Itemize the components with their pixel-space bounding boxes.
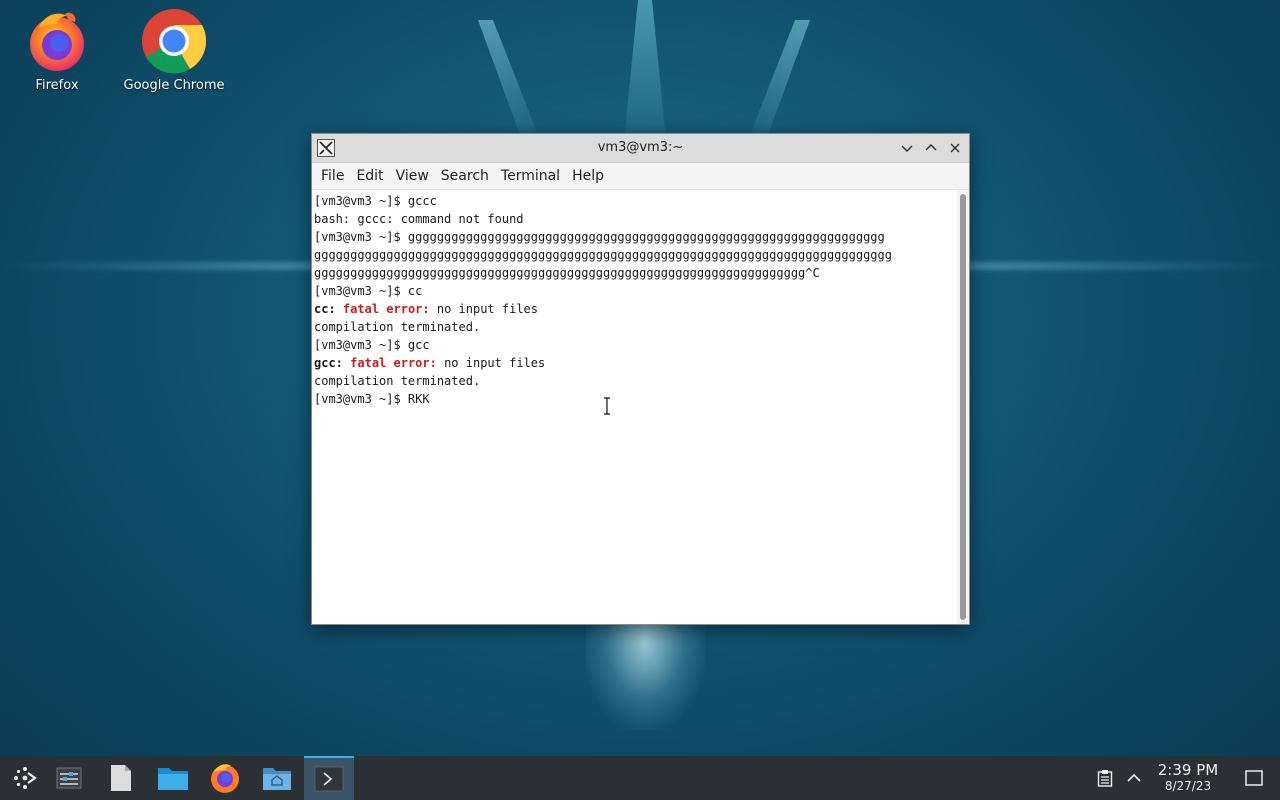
terminal-line: [vm3@vm3 ~]$ gcc: [314, 336, 957, 354]
terminal-text: no input files: [436, 356, 546, 370]
show-hidden-icons-button[interactable]: [1124, 756, 1144, 800]
terminal-line: [vm3@vm3 ~]$ RKK: [314, 390, 957, 408]
terminal-output[interactable]: [vm3@vm3 ~]$ gccc bash: gccc: command not…: [312, 190, 957, 624]
firefox-icon: [30, 12, 84, 71]
desktop-icon-google-chrome[interactable]: Google Chrome: [119, 8, 229, 93]
menu-edit[interactable]: Edit: [351, 165, 388, 187]
menu-search[interactable]: Search: [436, 165, 494, 187]
wallpaper-fin-right: [750, 20, 810, 135]
terminal-scrollbar[interactable]: [957, 190, 969, 624]
command-name-text: cc:: [314, 302, 336, 316]
terminal-text: gggggggggggggggggggggggggggggggggggggggg…: [314, 248, 892, 262]
terminal-text: [vm3@vm3 ~]$ ggggggggggggggggggggggggggg…: [314, 230, 885, 244]
terminal-text: compilation terminated.: [314, 320, 481, 334]
window-titlebar[interactable]: vm3@vm3:~: [312, 134, 969, 163]
terminal-line: bash: gccc: command not found: [314, 210, 957, 228]
menu-terminal[interactable]: Terminal: [496, 165, 565, 187]
taskbar-file-manager[interactable]: [148, 756, 198, 800]
close-button[interactable]: [946, 139, 964, 157]
app-launcher-icon: [14, 767, 37, 789]
show-desktop-button[interactable]: [1242, 756, 1266, 800]
clipboard-icon: [1097, 770, 1113, 787]
application-launcher-button[interactable]: [0, 756, 50, 800]
wallpaper-fin-left: [478, 20, 538, 135]
terminal-text: [vm3@vm3 ~]$ cc: [314, 284, 423, 298]
terminal-text: bash: gccc: command not found: [314, 212, 524, 226]
terminal-line: [vm3@vm3 ~]$ gccc: [314, 192, 957, 210]
chrome-icon: [142, 9, 207, 74]
terminal-text: [vm3@vm3 ~]$ RKK: [314, 392, 430, 406]
terminal-line: [vm3@vm3 ~]$ cc: [314, 282, 957, 300]
terminal-text: no input files: [429, 302, 538, 316]
terminal-icon: [314, 766, 344, 792]
minimize-button[interactable]: [898, 139, 916, 157]
menu-file[interactable]: File: [316, 165, 349, 187]
wallpaper-beam: [624, 0, 666, 140]
terminal-line: compilation terminated.: [314, 318, 957, 336]
terminal-line: gggggggggggggggggggggggggggggggggggggggg…: [314, 246, 957, 264]
terminal-text: gggggggggggggggggggggggggggggggggggggggg…: [314, 266, 820, 280]
menu-help[interactable]: Help: [567, 165, 609, 187]
terminal-line: gggggggggggggggggggggggggggggggggggggggg…: [314, 264, 957, 282]
taskbar-terminal[interactable]: [304, 756, 354, 800]
terminal-window: vm3@vm3:~ File Edit View Search Terminal…: [311, 133, 970, 625]
clock-date: 8/27/23: [1164, 779, 1212, 793]
text-cursor-icon: [604, 397, 610, 415]
taskbar-firefox[interactable]: [200, 756, 250, 800]
error-text: fatal error:: [342, 302, 430, 316]
file-manager-home-icon: [263, 768, 291, 790]
desktop-icon-firefox[interactable]: Firefox: [2, 8, 112, 93]
terminal-line: gcc: fatal error: no input files: [314, 354, 957, 372]
file-manager-icon: [158, 768, 188, 790]
pager-icon: [56, 767, 82, 789]
terminal-text: compilation terminated.: [314, 374, 481, 388]
pager-button[interactable]: [44, 756, 94, 800]
taskbar-home-folder[interactable]: [252, 756, 302, 800]
terminal-text: [vm3@vm3 ~]$ gccc: [314, 194, 437, 208]
menu-bar: File Edit View Search Terminal Help: [312, 163, 969, 190]
terminal-line: cc: fatal error: no input files: [314, 300, 957, 318]
terminal-line: compilation terminated.: [314, 372, 957, 390]
terminal-line: [vm3@vm3 ~]$ ggggggggggggggggggggggggggg…: [314, 228, 957, 246]
error-text: fatal error:: [350, 356, 437, 370]
desktop-icon-label: Firefox: [35, 78, 79, 93]
taskbar-text-editor[interactable]: [96, 756, 146, 800]
menu-view[interactable]: View: [391, 165, 434, 187]
scrollbar-thumb[interactable]: [960, 194, 966, 620]
digital-clock[interactable]: 2:39 PM 8/27/23: [1150, 761, 1226, 794]
maximize-button[interactable]: [922, 139, 940, 157]
window-title: vm3@vm3:~: [597, 140, 684, 155]
show-desktop-icon: [1245, 770, 1263, 786]
desktop-icon-label: Google Chrome: [123, 78, 225, 93]
taskbar: 2:39 PM 8/27/23: [0, 756, 1280, 800]
terminal-text: [vm3@vm3 ~]$ gcc: [314, 338, 430, 352]
clock-time: 2:39 PM: [1157, 761, 1219, 779]
wallpaper-glow: [585, 620, 705, 730]
text-editor-icon: [111, 765, 131, 791]
chevron-up-icon: [1127, 773, 1141, 782]
command-name-text: gcc:: [314, 356, 343, 370]
clipboard-tray-button[interactable]: [1094, 756, 1116, 800]
firefox-icon: [211, 764, 239, 793]
